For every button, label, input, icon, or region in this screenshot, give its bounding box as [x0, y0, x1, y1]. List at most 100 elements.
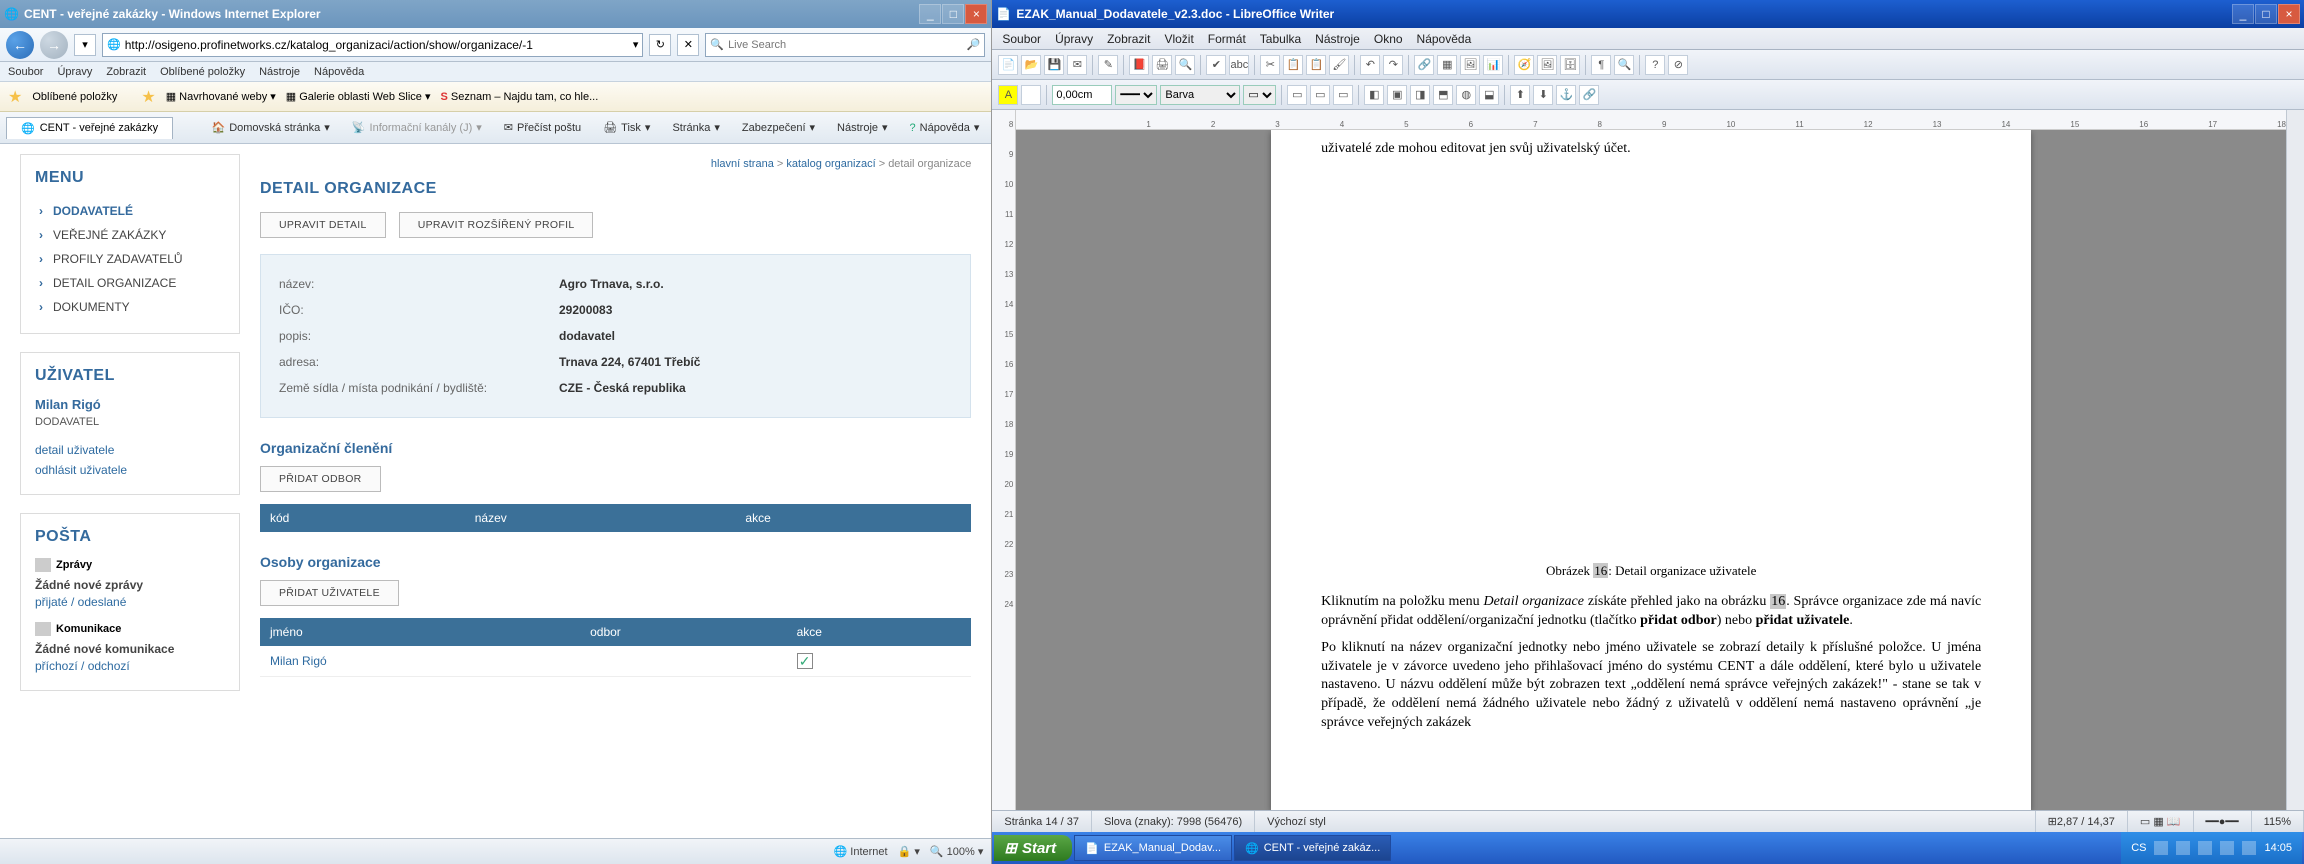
cmd-help[interactable]: ?Nápověda ▾	[904, 119, 986, 136]
search-go-icon[interactable]: 🔎	[967, 38, 981, 51]
align-left-icon[interactable]: ◧	[1364, 85, 1384, 105]
autospell-icon[interactable]: abc	[1229, 55, 1249, 75]
anchor-icon[interactable]: ⚓	[1556, 85, 1576, 105]
link-user-detail[interactable]: detail uživatele	[35, 440, 225, 460]
status-view-icons[interactable]: ▭ ▦ 📖	[2128, 811, 2194, 832]
mail-zpravy-row[interactable]: Zprávy	[35, 558, 225, 572]
back-icon[interactable]: ⬇	[1533, 85, 1553, 105]
align-bot-icon[interactable]: ⬓	[1479, 85, 1499, 105]
tray-icon-2[interactable]	[2176, 841, 2190, 855]
open-icon[interactable]: 📂	[1021, 55, 1041, 75]
datasource-icon[interactable]: 🗄	[1560, 55, 1580, 75]
ie-menu-nastroje[interactable]: Nástroje	[259, 66, 300, 78]
btn-edit-ext-profile[interactable]: UPRAVIT ROZŠÍŘENÝ PROFIL	[399, 212, 594, 238]
nonprint-icon[interactable]: ¶	[1591, 55, 1611, 75]
preview-icon[interactable]: 🔍	[1175, 55, 1195, 75]
hyperlink-icon[interactable]: 🔗	[1414, 55, 1434, 75]
cmd-home[interactable]: 🏠Domovská stránka ▾	[206, 119, 336, 136]
start-button[interactable]: ⊞Start	[994, 835, 1072, 861]
ie-menu-upravy[interactable]: Úpravy	[57, 66, 92, 78]
status-zoom[interactable]: 🔍 100% ▾	[930, 845, 983, 858]
copy-icon[interactable]: 📋	[1283, 55, 1303, 75]
front-icon[interactable]: ⬆	[1510, 85, 1530, 105]
spacing-input[interactable]	[1052, 85, 1112, 105]
cell-person-name[interactable]: Milan Rigó	[260, 646, 580, 677]
lo-menu-napoveda[interactable]: Nápověda	[1417, 32, 1472, 46]
fav-item-seznam[interactable]: S Seznam – Najdu tam, co hle...	[441, 91, 599, 103]
btn-add-user[interactable]: PŘIDAT UŽIVATELE	[260, 580, 399, 606]
bc-catalog[interactable]: katalog organizací	[786, 158, 875, 170]
lo-menu-soubor[interactable]: Soubor	[1002, 32, 1041, 46]
fav-item-suggested[interactable]: ▦ Navrhované weby ▾	[166, 90, 276, 103]
email-icon[interactable]: ✉	[1067, 55, 1087, 75]
pdf-icon[interactable]: 📕	[1129, 55, 1149, 75]
tray-icon-1[interactable]	[2154, 841, 2168, 855]
link-logout[interactable]: odhlásit uživatele	[35, 460, 225, 480]
ie-close-button[interactable]: ×	[965, 4, 987, 24]
cmd-feeds[interactable]: 📡Informační kanály (J) ▾	[346, 119, 488, 136]
forward-button[interactable]: →	[40, 31, 68, 59]
tray-volume-icon[interactable]	[2242, 841, 2256, 855]
browser-tab[interactable]: 🌐CENT - veřejné zakázky	[6, 117, 173, 139]
cut-icon[interactable]: ✂	[1260, 55, 1280, 75]
search-box[interactable]: 🔍 Live Search 🔎	[705, 33, 985, 57]
ie-menu-napoveda[interactable]: Nápověda	[314, 66, 364, 78]
cmd-tools[interactable]: Nástroje ▾	[831, 119, 894, 136]
btn-edit-detail[interactable]: UPRAVIT DETAIL	[260, 212, 386, 238]
align-right-icon[interactable]: ◨	[1410, 85, 1430, 105]
back-button[interactable]: ←	[6, 31, 34, 59]
task-libreoffice[interactable]: 📄EZAK_Manual_Dodav...	[1074, 835, 1232, 861]
komm-sub-link[interactable]: příchozí / odchozí	[35, 656, 225, 676]
table-row[interactable]: Milan Rigó ✓	[260, 646, 971, 677]
ie-maximize-button[interactable]: □	[942, 4, 964, 24]
spellcheck-icon[interactable]: ✔	[1206, 55, 1226, 75]
lo-menu-nastroje[interactable]: Nástroje	[1315, 32, 1360, 46]
align-mid-icon[interactable]: ◍	[1456, 85, 1476, 105]
check-icon[interactable]: ✓	[797, 653, 813, 669]
menu-item-zakazky[interactable]: VEŘEJNÉ ZAKÁZKY	[35, 223, 225, 247]
save-icon[interactable]: 💾	[1044, 55, 1064, 75]
favorites-star-icon[interactable]: ★	[8, 87, 22, 107]
menu-item-detail-org[interactable]: DETAIL ORGANIZACE	[35, 271, 225, 295]
edit-doc-icon[interactable]: ✎	[1098, 55, 1118, 75]
status-words[interactable]: Slova (znaky): 7998 (56476)	[1092, 811, 1255, 832]
highlight-icon[interactable]: A	[998, 85, 1018, 105]
cmd-mail[interactable]: ✉Přečíst poštu	[498, 119, 587, 136]
image-icon[interactable]: 🖼	[1460, 55, 1480, 75]
ie-minimize-button[interactable]: _	[919, 4, 941, 24]
menu-item-profily[interactable]: PROFILY ZADAVATELŮ	[35, 247, 225, 271]
undo-icon[interactable]: ↶	[1360, 55, 1380, 75]
stop-button[interactable]: ✕	[677, 34, 699, 56]
new-icon[interactable]: 📄	[998, 55, 1018, 75]
doc-text-top[interactable]: uživatelé zde mohou editovat jen svůj už…	[1321, 140, 1981, 159]
vertical-scrollbar[interactable]	[2286, 110, 2304, 810]
komm-row[interactable]: Komunikace	[35, 622, 225, 636]
menu-item-dokumenty[interactable]: DOKUMENTY	[35, 295, 225, 319]
lo-close-button[interactable]: ×	[2278, 4, 2300, 24]
format-paint-icon[interactable]: 🖌	[1329, 55, 1349, 75]
tray-lang[interactable]: CS	[2131, 842, 2146, 854]
navigator-icon[interactable]: 🧭	[1514, 55, 1534, 75]
lo-maximize-button[interactable]: □	[2255, 4, 2277, 24]
status-zoom-slider[interactable]: ━━●━━	[2194, 811, 2252, 832]
wrap-off-icon[interactable]: ▭	[1287, 85, 1307, 105]
redo-icon[interactable]: ↷	[1383, 55, 1403, 75]
lo-menu-format[interactable]: Formát	[1208, 32, 1246, 46]
cmd-page[interactable]: Stránka ▾	[666, 119, 725, 136]
status-protected[interactable]: 🔒 ▾	[898, 845, 920, 858]
chart-icon[interactable]: 📊	[1483, 55, 1503, 75]
tray-icon-4[interactable]	[2220, 841, 2234, 855]
lo-minimize-button[interactable]: _	[2232, 4, 2254, 24]
figure-caption[interactable]: Obrázek 16: Detail organizace uživatele	[1321, 557, 1981, 593]
color-label-select[interactable]: Barva	[1160, 85, 1240, 105]
align-top-icon[interactable]: ⬒	[1433, 85, 1453, 105]
system-tray[interactable]: CS 14:05	[2121, 832, 2302, 864]
ie-menu-zobrazit[interactable]: Zobrazit	[106, 66, 146, 78]
help-icon[interactable]: ?	[1645, 55, 1665, 75]
figure-placeholder[interactable]	[1321, 167, 1981, 557]
chain-icon[interactable]: 🔗	[1579, 85, 1599, 105]
font-color-icon[interactable]	[1021, 85, 1041, 105]
menu-item-dodavatele[interactable]: DODAVATELÉ	[35, 199, 225, 223]
line-style-select[interactable]: ━━━	[1115, 85, 1157, 105]
whatsthis-icon[interactable]: ⊘	[1668, 55, 1688, 75]
